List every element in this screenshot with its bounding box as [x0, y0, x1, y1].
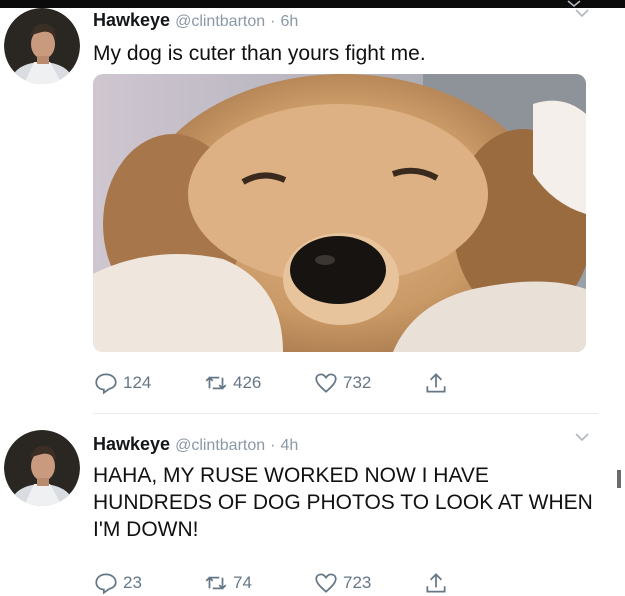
divider: [93, 413, 598, 414]
username[interactable]: @clintbarton: [175, 437, 265, 454]
share-button[interactable]: [423, 570, 533, 596]
separator-dot: ·: [270, 437, 276, 454]
display-name[interactable]: Hawkeye: [93, 10, 170, 30]
tweet-actions: 23 74 723: [93, 570, 533, 596]
timestamp[interactable]: 6h: [281, 13, 299, 30]
top-bar: [0, 0, 625, 8]
reply-count: 23: [123, 573, 142, 592]
heart-icon: [315, 373, 337, 393]
scroll-indicator: [617, 470, 621, 488]
chevron-down-icon[interactable]: [574, 432, 590, 442]
reply-count: 124: [123, 373, 152, 392]
like-button[interactable]: 723: [313, 570, 423, 596]
tweet-text: My dog is cuter than yours fight me.: [93, 42, 426, 65]
reply-button[interactable]: 124: [93, 370, 203, 396]
chevron-down-icon[interactable]: [567, 0, 581, 8]
reply-icon: [95, 573, 117, 595]
retweet-button[interactable]: 74: [203, 570, 313, 596]
tweet[interactable]: Hawkeye @clintbarton · 4h HAHA, MY RUSE …: [0, 420, 625, 596]
retweet-icon: [205, 576, 227, 590]
tweet-photo[interactable]: [93, 74, 586, 352]
like-count: 732: [343, 373, 372, 392]
tweet-header: Hawkeye @clintbarton · 6h: [93, 10, 298, 31]
retweet-count: 74: [233, 573, 252, 592]
retweet-button[interactable]: 426: [203, 370, 313, 396]
retweet-icon: [205, 376, 227, 390]
separator-dot: ·: [270, 13, 276, 30]
share-icon: [426, 373, 446, 393]
tweet[interactable]: Hawkeye @clintbarton · 6h My dog is cute…: [0, 8, 625, 410]
share-icon: [426, 573, 446, 593]
tweet-header: Hawkeye @clintbarton · 4h: [93, 434, 298, 455]
retweet-count: 426: [233, 373, 262, 392]
reply-icon: [95, 373, 117, 395]
chevron-down-icon[interactable]: [574, 8, 590, 18]
username[interactable]: @clintbarton: [175, 13, 265, 30]
display-name[interactable]: Hawkeye: [93, 434, 170, 454]
timestamp[interactable]: 4h: [281, 437, 299, 454]
tweet-actions: 124 426 732: [93, 370, 533, 396]
tweet-text: HAHA, MY RUSE WORKED NOW I HAVE HUNDREDS…: [93, 464, 593, 541]
reply-button[interactable]: 23: [93, 570, 203, 596]
like-count: 723: [343, 573, 372, 592]
like-button[interactable]: 732: [313, 370, 423, 396]
heart-icon: [315, 573, 337, 593]
share-button[interactable]: [423, 370, 533, 396]
avatar[interactable]: [4, 430, 80, 506]
avatar[interactable]: [4, 8, 80, 84]
